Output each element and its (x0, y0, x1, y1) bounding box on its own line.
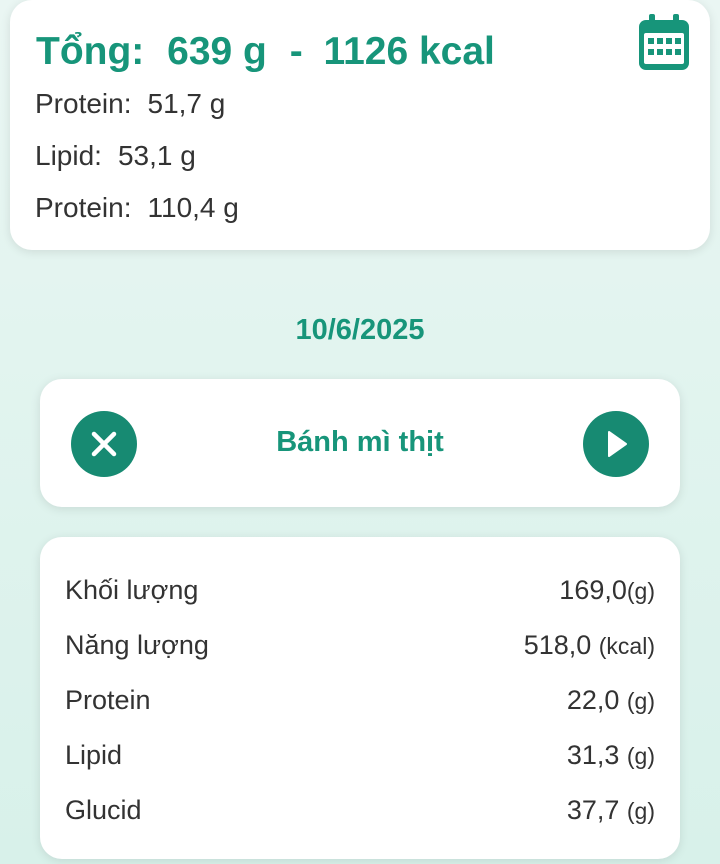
nutrient-label: Lipid: (35, 140, 102, 171)
total-heading: Tổng: 639 g - 1126 kcal (36, 30, 495, 74)
detail-row-lipid: Lipid 31,3 (g) (65, 735, 655, 775)
play-icon (608, 431, 627, 457)
detail-value: 518,0 (kcal) (524, 630, 655, 661)
detail-number: 518,0 (523, 629, 599, 660)
summary-card: Tổng: 639 g - 1126 kcal Protein: 51,7 g L… (10, 0, 710, 250)
detail-label: Khối lượng (65, 574, 199, 605)
detail-unit: (g) (626, 577, 655, 604)
calendar-icon (639, 14, 689, 70)
detail-label: Năng lượng (65, 629, 209, 660)
detail-value: 22,0 (g) (567, 685, 655, 716)
detail-number: 37,7 (566, 794, 627, 825)
nutrient-value: 110,4 g (147, 192, 239, 223)
detail-value: 37,7 (g) (567, 795, 655, 826)
total-energy: 1126 kcal (323, 30, 495, 73)
detail-unit: (g) (626, 687, 655, 714)
nutrient-row-third: Protein: 110,4 g (35, 192, 239, 224)
nutrient-value: 51,7 g (147, 88, 226, 119)
total-label: Tổng: (36, 30, 145, 73)
detail-row-glucid: Glucid 37,7 (g) (65, 790, 655, 830)
detail-number: 169,0 (559, 574, 627, 605)
detail-row-protein: Protein 22,0 (g) (65, 680, 655, 720)
detail-label: Lipid (65, 739, 123, 770)
detail-row-energy: Năng lượng 518,0 (kcal) (65, 625, 655, 665)
nutrient-row-protein: Protein: 51,7 g (35, 88, 225, 120)
food-card: Bánh mì thịt (40, 379, 680, 507)
detail-unit: (kcal) (598, 632, 655, 659)
nutrient-value: 53,1 g (117, 140, 196, 171)
nutrient-label: Protein: (35, 192, 132, 223)
detail-label: Protein (65, 684, 151, 715)
detail-number: 22,0 (566, 684, 627, 715)
total-weight: 639 g (167, 30, 267, 73)
detail-value: 31,3 (g) (567, 740, 655, 771)
nutrient-label: Protein: (35, 88, 132, 119)
nutrient-row-lipid: Lipid: 53,1 g (35, 140, 196, 172)
detail-value: 169,0(g) (559, 575, 655, 606)
detail-unit: (g) (626, 742, 655, 769)
detail-label: Glucid (65, 794, 142, 825)
detail-unit: (g) (626, 797, 655, 824)
calendar-button[interactable] (638, 13, 690, 71)
detail-row-weight: Khối lượng 169,0(g) (65, 570, 655, 610)
total-separator: - (289, 30, 303, 73)
detail-number: 31,3 (566, 739, 627, 770)
selected-date: 10/6/2025 (295, 314, 425, 346)
next-food-button[interactable] (583, 411, 649, 477)
food-detail-card: Khối lượng 169,0(g) Năng lượng 518,0 (kc… (40, 537, 680, 859)
